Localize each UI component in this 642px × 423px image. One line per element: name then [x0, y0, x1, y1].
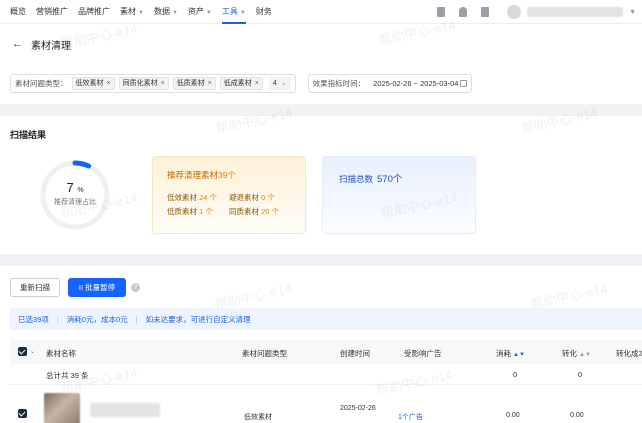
recommend-breakdown: 低效素材 24 个 避退素材 0 个 低质素材 1 个 同质素材 20 个 [167, 192, 305, 217]
total-convert: 0 [578, 370, 583, 379]
reco-item: 低质素材 1 个 [167, 207, 213, 216]
close-icon[interactable]: × [208, 80, 212, 87]
date-range-value: 2025-02-26 ~ 2025-03-04 [373, 79, 459, 88]
nav-data[interactable]: 数据 ▼ [154, 0, 178, 24]
selection-notice: 已选39项 | 消耗0元，成本0元 | 如未达要求，可进行自定义清理 [10, 308, 642, 330]
nav-assets-material[interactable]: 素材 ▼ [120, 0, 144, 24]
scan-total-card[interactable]: 扫描总数 570个 [322, 156, 476, 234]
row-time: 2025-02-26 [340, 405, 376, 412]
th-time: 创建时间 [340, 349, 370, 358]
ring-percent: 7 % [66, 180, 84, 195]
row-checkbox[interactable] [18, 409, 27, 418]
selected-count-badge: 4 ⌄ [268, 77, 291, 90]
divider: | [56, 314, 59, 324]
consume-text: 消耗0元，成本0元 [66, 314, 128, 324]
back-arrow-icon[interactable]: ← [12, 38, 23, 50]
table-total-row: 总计共 39 条 0 0 [10, 364, 642, 384]
th-name: 素材名称 [46, 349, 76, 358]
actions-panel: 重新扫描 II 批量暂停 ? 已选39项 | 消耗0元，成本0元 | 如未达要求… [0, 266, 642, 423]
clipboard-icon[interactable] [481, 7, 490, 17]
chevron-down-icon[interactable]: ⌄ [30, 348, 35, 355]
total-label: 总计共 39 条 [46, 371, 89, 380]
filter-bar: 素材问题类型： 低效素材 × 同质化素材 × 低质素材 × 低成素材 × 4 ⌄ 效果指标… [0, 64, 642, 104]
rescan-button[interactable]: 重新扫描 [10, 278, 60, 297]
row-convert: 0.00 [570, 412, 584, 419]
avatar [507, 5, 522, 19]
page-header: ← 素材清理 [0, 24, 642, 64]
nav-brand[interactable]: 品牌推广 [78, 0, 110, 24]
sort-icon: ▲▼ [579, 352, 591, 358]
reco-item: 避退素材 0 个 [229, 193, 275, 202]
nav-finance[interactable]: 财务 [256, 0, 272, 24]
scan-result-panel: 扫描结果 7 % 推荐清理占比 推荐清理素材39个 低效素材 24 个 避退素材… [0, 116, 642, 254]
scan-result-title: 扫描结果 [10, 130, 47, 140]
close-icon[interactable]: × [255, 80, 259, 87]
hint-text: 如未达要求，可进行自定义清理 [145, 314, 251, 324]
chevron-down-icon: ▼ [138, 9, 144, 16]
close-icon[interactable]: × [107, 80, 111, 87]
recommend-title: 推荐清理素材39个 [167, 170, 236, 180]
issue-type-label: 素材问题类型： [15, 79, 68, 88]
reco-item: 同质素材 20 个 [229, 207, 280, 216]
close-icon[interactable]: × [161, 80, 165, 87]
help-icon[interactable]: ? [131, 283, 140, 292]
bell-icon[interactable] [459, 7, 468, 17]
page-title: 素材清理 [31, 40, 71, 52]
header-actions: ▼ [437, 0, 642, 24]
nav-tools[interactable]: 工具 ▼ [221, 0, 246, 24]
filter-tag: 低效素材 × [71, 77, 115, 90]
selected-count-text: 已选39项 [18, 314, 49, 324]
recommend-clean-card[interactable]: 推荐清理素材39个 低效素材 24 个 避退素材 0 个 低质素材 1 个 同质… [152, 156, 306, 234]
material-name-redacted [90, 403, 160, 417]
filter-tag: 同质化素材 × [118, 77, 169, 90]
chevron-down-icon: ▼ [239, 9, 246, 16]
calendar-icon [460, 80, 468, 87]
issue-type-select[interactable]: 素材问题类型： 低效素材 × 同质化素材 × 低质素材 × 低成素材 × 4 ⌄ [10, 74, 296, 93]
th-ad: 受影响广告 [404, 349, 442, 358]
chevron-down-icon: ⌄ [280, 80, 287, 87]
th-issue: 素材问题类型 [242, 349, 287, 358]
date-range-picker[interactable]: 效果指标时间： 2025-02-26 ~ 2025-03-04 [307, 74, 473, 93]
reco-item: 低效素材 24 个 [167, 193, 218, 202]
ring-label: 推荐清理占比 [54, 199, 96, 206]
table-row[interactable]: 低效素材 2025-02-26 1个广告 0.00 0.00 [10, 384, 642, 423]
chevron-down-icon: ▼ [629, 8, 636, 16]
top-nav: 概览 营销推广 品牌推广 素材 ▼ 数据 ▼ 资产 ▼ 工具 ▼ 财务 ▼ [0, 0, 642, 24]
th-consume[interactable]: 消耗 ▲▼ [496, 348, 525, 359]
chevron-down-icon: ▼ [205, 9, 212, 16]
total-consume: 0 [513, 370, 518, 379]
batch-pause-button[interactable]: II 批量暂停 [68, 278, 126, 297]
filter-tag: 低成素材 × [219, 77, 263, 90]
nav-resources[interactable]: 资产 ▼ [188, 0, 212, 24]
nav-marketing[interactable]: 营销推广 [36, 0, 68, 24]
select-all-checkbox[interactable] [18, 347, 27, 356]
date-range-label: 效果指标时间： [312, 79, 366, 88]
progress-ring-text: 7 % 推荐清理占比 [38, 180, 112, 207]
document-icon[interactable] [437, 7, 446, 17]
user-name-redacted [527, 7, 624, 17]
th-convert[interactable]: 转化 ▲▼ [562, 348, 591, 359]
th-convert-cost: 转化成本 [616, 349, 642, 358]
nav-overview[interactable]: 概览 [10, 0, 26, 24]
divider: | [135, 314, 138, 324]
scan-total-title: 扫描总数 570个 [339, 174, 403, 185]
row-consume: 0.00 [506, 412, 520, 419]
row-ad-link[interactable]: 1个广告 [398, 412, 423, 422]
chevron-down-icon: ▼ [171, 9, 178, 16]
user-menu[interactable]: ▼ [507, 5, 642, 19]
table-header: ⌄ 素材名称 素材问题类型 创建时间 受影响广告 消耗▲▼ 转化▲▼ 转化成本 [10, 340, 642, 364]
sort-icon: ▲▼ [513, 352, 525, 358]
material-thumbnail[interactable] [44, 393, 80, 423]
row-issue: 低效素材 [244, 414, 272, 421]
filter-tag: 低质素材 × [172, 77, 216, 90]
